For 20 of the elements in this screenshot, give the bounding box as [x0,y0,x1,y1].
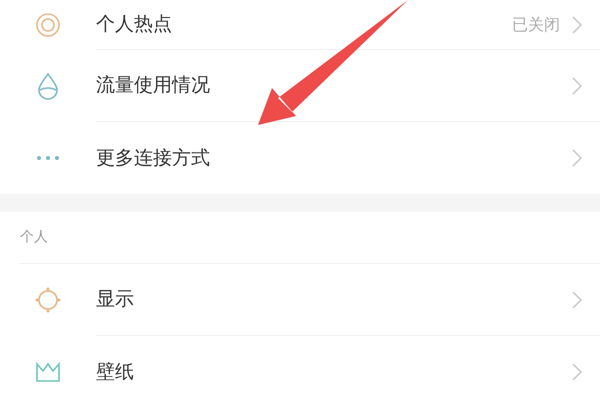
chevron-icon [572,76,582,94]
chevron-icon [572,363,582,381]
row-label: 个人热点 [96,12,173,38]
settings-row[interactable]: 更多连接方式 [0,122,600,194]
more-dots-icon [36,155,60,161]
settings-row[interactable]: 壁纸 [0,336,600,400]
row-value: 已关闭 [512,14,560,36]
chevron-icon [572,290,582,308]
chevron-icon [572,16,582,34]
chevron-icon [572,149,582,167]
settings-row[interactable]: 显示 [0,264,600,336]
row-label: 更多连接方式 [96,146,211,171]
hotspot-icon [35,12,61,38]
section-header: 个人 [20,228,48,247]
row-label: 显示 [96,287,135,312]
sun-icon [34,286,62,314]
wallpaper-icon [35,361,61,383]
row-label: 流量使用情况 [96,73,211,98]
water-drop-icon [37,72,59,100]
row-label: 壁纸 [96,360,135,385]
